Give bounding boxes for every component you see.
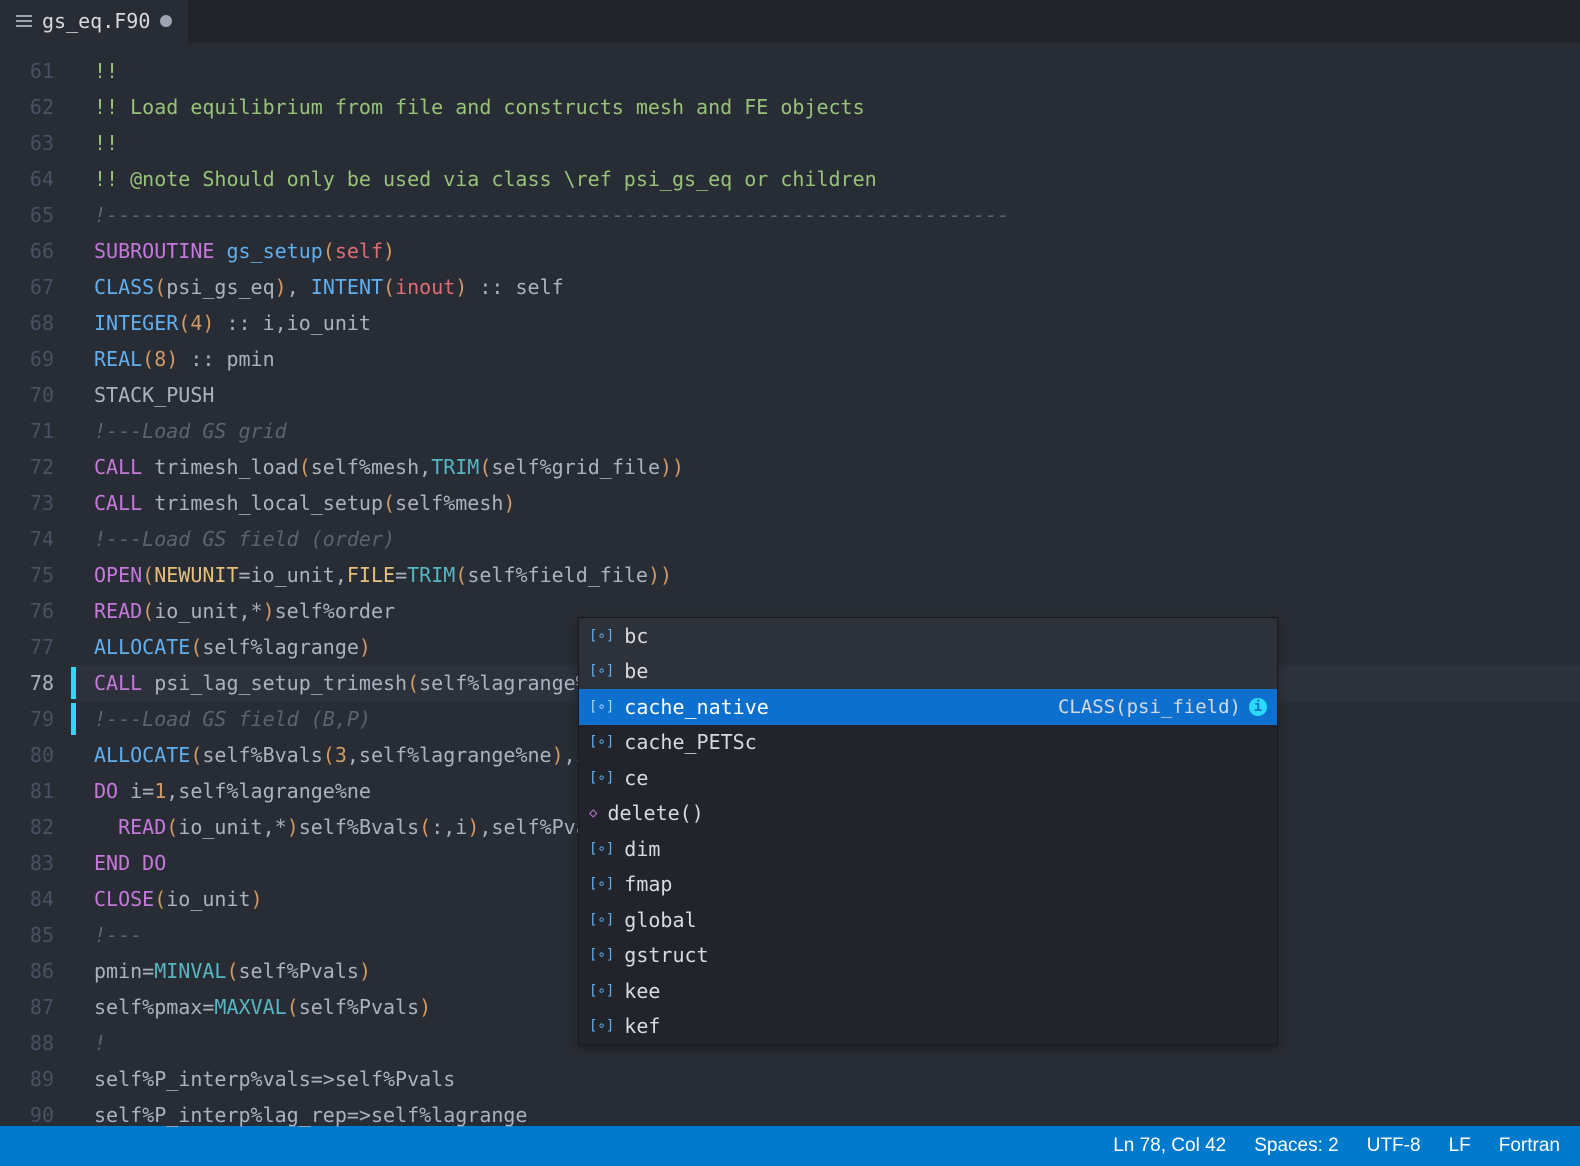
field-icon: [∘] — [589, 770, 614, 786]
suggest-label: ce — [624, 766, 648, 790]
suggest-item[interactable]: [∘] be — [579, 654, 1277, 690]
line-number: 86 — [0, 953, 72, 989]
suggest-item[interactable]: [∘] bc — [579, 618, 1277, 654]
line-number: 61 — [0, 53, 72, 89]
line-number: 80 — [0, 737, 72, 773]
line-number: 78 — [0, 665, 72, 701]
line-number: 87 — [0, 989, 72, 1025]
line-number: 69 — [0, 341, 72, 377]
code-line[interactable]: self%P_interp%lag_rep=>self%lagrange — [72, 1097, 1580, 1133]
code-line[interactable]: CALL trimesh_load(self%mesh,TRIM(self%gr… — [72, 449, 1580, 485]
suggest-label: fmap — [624, 872, 672, 896]
code-line[interactable]: CLASS(psi_gs_eq), INTENT(inout) :: self — [72, 269, 1580, 305]
suggest-item[interactable]: [∘] cache_PETSc — [579, 725, 1277, 761]
code-line[interactable]: CALL trimesh_local_setup(self%mesh) — [72, 485, 1580, 521]
suggest-label: kee — [624, 979, 660, 1003]
code-line[interactable]: OPEN(NEWUNIT=io_unit,FILE=TRIM(self%fiel… — [72, 557, 1580, 593]
intellisense-popup[interactable]: [∘] bc [∘] be [∘] cache_native CLASS(psi_field… — [578, 617, 1278, 1045]
info-icon[interactable]: i — [1249, 698, 1267, 716]
suggest-item[interactable]: [∘] global — [579, 902, 1277, 938]
method-icon: ◇ — [589, 805, 597, 821]
line-number: 64 — [0, 161, 72, 197]
field-icon: [∘] — [589, 699, 614, 715]
field-icon: [∘] — [589, 876, 614, 892]
line-number: 63 — [0, 125, 72, 161]
line-number: 67 — [0, 269, 72, 305]
line-number: 82 — [0, 809, 72, 845]
line-number: 68 — [0, 305, 72, 341]
suggest-label: dim — [624, 837, 660, 861]
line-number: 83 — [0, 845, 72, 881]
line-number: 74 — [0, 521, 72, 557]
line-number: 73 — [0, 485, 72, 521]
code-line[interactable]: self%P_interp%vals=>self%Pvals — [72, 1061, 1580, 1097]
suggest-item[interactable]: [∘] kef — [579, 1009, 1277, 1045]
suggest-item[interactable]: ◇ delete() — [579, 796, 1277, 832]
tab-bar: gs_eq.F90 — [0, 0, 1580, 43]
suggest-detail: CLASS(psi_field) i — [1058, 696, 1267, 718]
line-number: 62 — [0, 89, 72, 125]
field-icon: [∘] — [589, 912, 614, 928]
line-number: 70 — [0, 377, 72, 413]
field-icon: [∘] — [589, 947, 614, 963]
line-number: 75 — [0, 557, 72, 593]
code-line[interactable]: !! Load equilibrium from file and constr… — [72, 89, 1580, 125]
field-icon: [∘] — [589, 734, 614, 750]
code-line[interactable]: REAL(8) :: pmin — [72, 341, 1580, 377]
code-line[interactable]: INTEGER(4) :: i,io_unit — [72, 305, 1580, 341]
field-icon: [∘] — [589, 1018, 614, 1034]
line-number: 85 — [0, 917, 72, 953]
line-number: 76 — [0, 593, 72, 629]
line-number: 65 — [0, 197, 72, 233]
code-line[interactable]: SUBROUTINE gs_setup(self) — [72, 233, 1580, 269]
suggest-item[interactable]: [∘] dim — [579, 831, 1277, 867]
line-number: 77 — [0, 629, 72, 665]
code-line[interactable]: STACK_PUSH — [72, 377, 1580, 413]
dirty-indicator-icon — [160, 15, 172, 27]
line-number: 88 — [0, 1025, 72, 1061]
code-line[interactable]: !! — [72, 53, 1580, 89]
suggest-label: kef — [624, 1014, 660, 1038]
editor-area[interactable]: 6162636465666768697071727374757677787980… — [0, 43, 1580, 1126]
line-number: 90 — [0, 1097, 72, 1133]
suggest-item[interactable]: [∘] ce — [579, 760, 1277, 796]
field-icon: [∘] — [589, 983, 614, 999]
field-icon: [∘] — [589, 841, 614, 857]
line-number: 79 — [0, 701, 72, 737]
code-line[interactable]: !! — [72, 125, 1580, 161]
suggest-label: bc — [624, 624, 648, 648]
code-line[interactable]: !! @note Should only be used via class \… — [72, 161, 1580, 197]
code-line[interactable]: !---------------------------------------… — [72, 197, 1580, 233]
suggest-item[interactable]: [∘] fmap — [579, 867, 1277, 903]
line-number-gutter: 6162636465666768697071727374757677787980… — [0, 43, 72, 1126]
suggest-label: cache_native — [624, 695, 769, 719]
line-number: 71 — [0, 413, 72, 449]
code-line[interactable]: !---Load GS grid — [72, 413, 1580, 449]
line-number: 72 — [0, 449, 72, 485]
line-number: 81 — [0, 773, 72, 809]
suggest-item[interactable]: [∘] kee — [579, 973, 1277, 1009]
line-number: 66 — [0, 233, 72, 269]
field-icon: [∘] — [589, 628, 614, 644]
suggest-item[interactable]: [∘] cache_native CLASS(psi_field) i — [579, 689, 1277, 725]
line-number: 84 — [0, 881, 72, 917]
file-icon — [16, 15, 32, 27]
suggest-label: cache_PETSc — [624, 730, 756, 754]
editor-tab[interactable]: gs_eq.F90 — [0, 0, 188, 43]
line-number: 89 — [0, 1061, 72, 1097]
code-line[interactable]: !---Load GS field (order) — [72, 521, 1580, 557]
suggest-label: gstruct — [624, 943, 708, 967]
suggest-item[interactable]: [∘] gstruct — [579, 938, 1277, 974]
suggest-label: global — [624, 908, 696, 932]
suggest-label: be — [624, 659, 648, 683]
field-icon: [∘] — [589, 663, 614, 679]
suggest-label: delete() — [607, 801, 703, 825]
tab-filename: gs_eq.F90 — [42, 9, 150, 33]
